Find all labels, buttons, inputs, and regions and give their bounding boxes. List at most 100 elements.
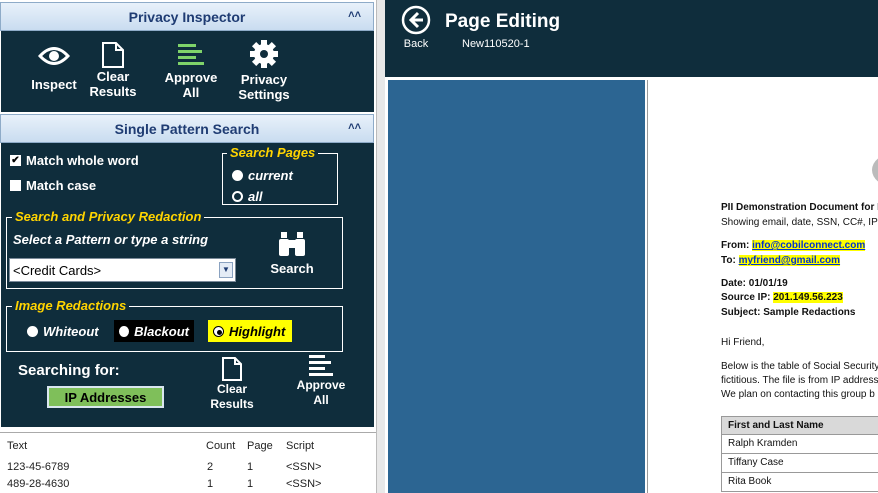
blackout-label: Blackout xyxy=(134,323,189,339)
document-page[interactable]: PII Demonstration Document for P Showing… xyxy=(647,80,878,493)
doc-from-email: info@cobilconnect.com xyxy=(752,240,866,251)
collapse-icon[interactable]: ˄˄ xyxy=(348,9,361,21)
collapse-icon[interactable]: ˄˄ xyxy=(348,121,361,133)
inspect-label: Inspect xyxy=(31,77,77,92)
page-editing-header: Back Page Editing New110520-1 xyxy=(385,0,878,77)
approve-all-button-2[interactable]: Approve All xyxy=(293,354,349,408)
cell-count: 1 xyxy=(207,478,214,490)
search-button[interactable]: Search xyxy=(264,230,320,276)
search-pages-all-radio[interactable]: all xyxy=(232,189,262,204)
back-label: Back xyxy=(403,38,429,50)
whiteout-label: Whiteout xyxy=(43,324,99,339)
doc-source-ip-line: Source IP: 201.149.56.223 xyxy=(721,292,843,303)
inspect-button[interactable]: Inspect xyxy=(29,45,79,92)
radio-unselected-icon xyxy=(27,326,38,337)
results-header-row: Text Count Page Script xyxy=(0,440,376,456)
results-table: Text Count Page Script 123-45-6789 2 1 <… xyxy=(0,432,376,493)
app-window: Privacy Inspector ˄˄ Inspect Clear Resul… xyxy=(0,0,878,493)
pattern-prompt: Select a Pattern or type a string xyxy=(13,232,209,247)
doc-table-row: Tiffany Case xyxy=(721,454,878,473)
cell-page: 1 xyxy=(247,478,254,490)
cell-count: 2 xyxy=(207,461,214,473)
logo-image xyxy=(872,154,878,186)
checkbox-unchecked-icon xyxy=(10,180,21,191)
radio-selected-icon xyxy=(213,325,224,337)
document-icon xyxy=(222,357,242,381)
checkbox-checked-icon: ✔ xyxy=(10,154,21,166)
single-pattern-search-header[interactable]: Single Pattern Search ˄˄ xyxy=(0,114,374,143)
privacy-settings-label: Privacy Settings xyxy=(238,72,290,102)
privacy-settings-button[interactable]: Privacy Settings xyxy=(235,39,293,102)
clear-results-button[interactable]: Clear Results xyxy=(87,41,139,99)
match-whole-word-label: Match whole word xyxy=(26,153,139,168)
doc-names-table: First and Last Name Ralph Kramden Tiffan… xyxy=(721,416,878,492)
match-whole-word-checkbox[interactable]: ✔ Match whole word xyxy=(10,153,139,168)
radio-unselected-icon xyxy=(232,170,243,181)
approve-lines-icon xyxy=(178,44,204,65)
cell-text: 489-28-4630 xyxy=(7,478,70,490)
doc-paragraph-line: Below is the table of Social Security xyxy=(721,361,878,372)
privacy-inspector-header[interactable]: Privacy Inspector ˄˄ xyxy=(0,2,374,31)
doc-to-line: To: myfriend@gmail.com xyxy=(721,255,841,266)
radio-unselected-icon xyxy=(119,325,130,337)
viewer-background xyxy=(388,80,645,493)
doc-to-label: To: xyxy=(721,255,736,266)
doc-table-row: Ralph Kramden xyxy=(721,435,878,454)
back-button[interactable]: Back xyxy=(399,5,433,50)
doc-paragraph-line: fictitious. The file is from IP address xyxy=(721,375,878,386)
clear-results-label-2: Clear Results xyxy=(210,382,254,411)
doc-subtitle: Showing email, date, SSN, CC#, IP A xyxy=(721,217,878,228)
search-pages-legend: Search Pages xyxy=(227,145,319,160)
highlight-radio[interactable]: Highlight xyxy=(208,320,292,342)
approve-all-label: Approve All xyxy=(164,70,218,100)
cell-script: <SSN> xyxy=(286,461,322,473)
page-title: Page Editing xyxy=(445,11,561,32)
gear-icon xyxy=(250,40,278,68)
doc-source-ip-value: 201.149.56.223 xyxy=(773,292,843,303)
doc-from-line: From: info@cobilconnect.com xyxy=(721,240,866,251)
eye-icon xyxy=(38,47,70,65)
table-row[interactable]: 489-28-4630 1 1 <SSN> xyxy=(0,478,376,493)
pattern-select-value: <Credit Cards> xyxy=(13,263,102,278)
binoculars-icon xyxy=(279,232,305,256)
approve-all-button[interactable]: Approve All xyxy=(163,43,219,100)
chevron-down-icon[interactable]: ▼ xyxy=(219,262,233,278)
image-redactions-legend: Image Redactions xyxy=(12,298,130,313)
whiteout-radio[interactable]: Whiteout xyxy=(27,324,99,339)
clear-results-button-2[interactable]: Clear Results xyxy=(206,356,258,412)
doc-paragraph-line: We plan on contacting this group b xyxy=(721,389,875,400)
all-label: all xyxy=(248,189,263,204)
match-case-label: Match case xyxy=(26,178,97,193)
pattern-select[interactable]: <Credit Cards> ▼ xyxy=(9,258,236,282)
search-label: Search xyxy=(270,261,314,276)
column-header-page[interactable]: Page xyxy=(247,440,273,452)
blackout-radio[interactable]: Blackout xyxy=(114,320,194,342)
doc-date-line: Date: 01/01/19 xyxy=(721,278,788,289)
searching-for-label: Searching for: xyxy=(18,362,120,379)
match-case-checkbox[interactable]: Match case xyxy=(10,178,96,193)
current-label: current xyxy=(248,168,293,183)
doc-from-label: From: xyxy=(721,240,750,251)
radio-selected-icon xyxy=(232,191,243,202)
column-header-script[interactable]: Script xyxy=(286,440,314,452)
cell-text: 123-45-6789 xyxy=(7,461,70,473)
table-row[interactable]: 123-45-6789 2 1 <SSN> xyxy=(0,461,376,477)
single-pattern-search-panel: ✔ Match whole word Match case Search Pag… xyxy=(1,143,374,427)
privacy-inspector-title: Privacy Inspector xyxy=(128,8,246,25)
doc-table-row: Rita Book xyxy=(721,473,878,492)
panel-splitter[interactable] xyxy=(376,0,385,493)
clear-results-label: Clear Results xyxy=(89,69,137,99)
highlight-label: Highlight xyxy=(229,323,286,339)
privacy-inspector-toolbar: Inspect Clear Results Approve All Privac… xyxy=(1,31,374,112)
searching-for-value: IP Addresses xyxy=(47,386,164,408)
single-pattern-search-title: Single Pattern Search xyxy=(114,120,260,137)
column-header-count[interactable]: Count xyxy=(206,440,235,452)
column-header-text[interactable]: Text xyxy=(7,440,27,452)
approve-lines-icon xyxy=(309,355,333,376)
doc-greeting: Hi Friend, xyxy=(721,337,765,348)
document-name: New110520-1 xyxy=(462,38,530,50)
left-panel: Privacy Inspector ˄˄ Inspect Clear Resul… xyxy=(0,0,376,493)
search-pages-current-radio[interactable]: current xyxy=(232,168,293,183)
doc-subject-line: Subject: Sample Redactions xyxy=(721,307,856,318)
cell-script: <SSN> xyxy=(286,478,322,490)
